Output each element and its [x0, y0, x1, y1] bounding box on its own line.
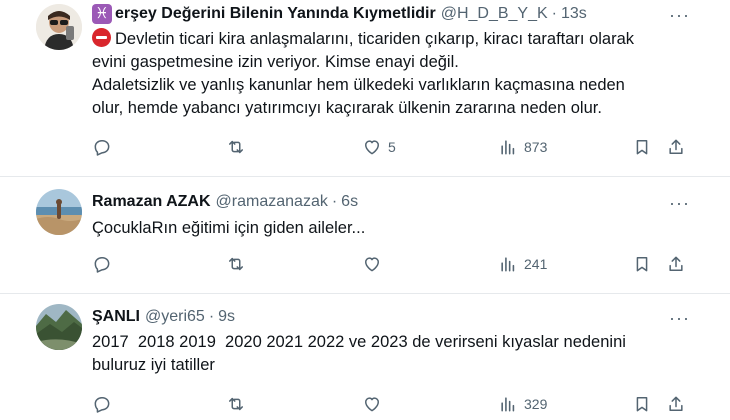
view-count: 241 — [524, 256, 548, 272]
no-entry-icon — [92, 28, 111, 47]
retweet-icon — [229, 140, 243, 154]
tweet-header: ŞANLI @yeri65 · 9s — [92, 306, 235, 328]
share-button[interactable] — [666, 254, 686, 274]
reply-icon — [94, 397, 110, 413]
retweet-button[interactable] — [226, 394, 246, 414]
tweet-3[interactable]: ŞANLI @yeri65 · 9s ··· 2017 2018 2019 20… — [0, 294, 730, 420]
view-count: 873 — [524, 139, 548, 155]
bookmark-button[interactable] — [632, 254, 652, 274]
more-options-icon[interactable]: ··· — [669, 308, 690, 329]
tweet-actions: 241 — [0, 254, 730, 278]
tweet-line: Devletin ticari kira anlaşmalarını, tica… — [92, 28, 692, 51]
tweet-header: ♓ erşey Değerini Bilenin Yanında Kıymetl… — [92, 3, 587, 25]
bookmark-icon — [636, 257, 648, 272]
separator: · — [331, 193, 338, 210]
display-name[interactable]: erşey Değerini Bilenin Yanında Kıymetlid… — [115, 5, 436, 23]
reply-button[interactable] — [92, 394, 112, 414]
share-icon — [669, 396, 683, 411]
user-handle[interactable]: @ramazanazak — [216, 193, 328, 211]
bookmark-button[interactable] — [632, 137, 652, 157]
analytics-icon — [501, 257, 515, 272]
tweet-header: Ramazan AZAK @ramazanazak · 6s — [92, 191, 358, 213]
like-button[interactable] — [362, 254, 382, 274]
user-handle[interactable]: @yeri65 — [145, 308, 205, 326]
analytics-icon — [501, 140, 515, 155]
timestamp[interactable]: 13s — [561, 5, 587, 23]
tweet-line: buluruz iyi tatiller — [92, 356, 215, 374]
user-handle[interactable]: @H_D_B_Y_K — [441, 5, 548, 23]
tweet-2[interactable]: Ramazan AZAK @ramazanazak · 6s ··· Çocuk… — [0, 177, 730, 293]
separator: · — [208, 308, 215, 325]
bookmark-icon — [636, 140, 648, 155]
reply-icon — [94, 140, 110, 156]
reply-button[interactable] — [92, 254, 112, 274]
views-button[interactable]: 329 — [498, 394, 547, 414]
retweet-button[interactable] — [226, 254, 246, 274]
tweet-1[interactable]: ♓ erşey Değerini Bilenin Yanında Kıymetl… — [0, 0, 730, 174]
retweet-icon — [229, 397, 243, 411]
reply-button[interactable] — [92, 137, 112, 157]
tweet-line: olur, hemde yabancı yatırımcıyı kaçırara… — [92, 99, 602, 117]
like-count: 5 — [388, 139, 396, 155]
heart-icon — [365, 397, 379, 412]
more-options-icon[interactable]: ··· — [669, 193, 690, 214]
tweet-actions: 5 873 — [0, 137, 730, 161]
separator: · — [551, 5, 557, 22]
timestamp[interactable]: 9s — [218, 308, 235, 326]
share-icon — [669, 139, 683, 154]
heart-icon — [365, 257, 379, 272]
tweet-line: ÇocuklaRın eğitimi için giden aileler... — [92, 219, 366, 237]
tweet-text: Devletin ticari kira anlaşmalarını, tica… — [92, 28, 692, 120]
avatar[interactable] — [36, 4, 82, 50]
share-button[interactable] — [666, 137, 686, 157]
like-button[interactable] — [362, 394, 382, 414]
tweet-line: 2017 2018 2019 2020 2021 2022 ve 2023 de… — [92, 333, 626, 351]
retweet-button[interactable] — [226, 137, 246, 157]
timestamp[interactable]: 6s — [341, 193, 358, 211]
share-icon — [669, 256, 683, 271]
display-name[interactable]: Ramazan AZAK — [92, 193, 211, 211]
pisces-icon: ♓ — [92, 4, 112, 24]
tweet-line: evini gaspetmesine izin veriyor. Kimse e… — [92, 53, 459, 71]
views-button[interactable]: 241 — [498, 254, 547, 274]
tweet-line: Adaletsizlik ve yanlış kanunlar hem ülke… — [92, 76, 625, 94]
bookmark-button[interactable] — [632, 394, 652, 414]
like-button[interactable]: 5 — [362, 137, 396, 157]
views-button[interactable]: 873 — [498, 137, 547, 157]
avatar[interactable] — [36, 189, 82, 235]
retweet-icon — [229, 257, 243, 271]
heart-icon — [365, 140, 379, 155]
tweet-actions: 329 — [0, 394, 730, 418]
tweet-text: 2017 2018 2019 2020 2021 2022 ve 2023 de… — [92, 331, 692, 377]
share-button[interactable] — [666, 394, 686, 414]
tweet-text: ÇocuklaRın eğitimi için giden aileler... — [92, 217, 692, 240]
avatar[interactable] — [36, 304, 82, 350]
view-count: 329 — [524, 396, 548, 412]
display-name[interactable]: ŞANLI — [92, 308, 140, 326]
analytics-icon — [501, 397, 515, 412]
more-options-icon[interactable]: ··· — [669, 5, 690, 26]
bookmark-icon — [636, 397, 648, 412]
reply-icon — [94, 257, 110, 273]
